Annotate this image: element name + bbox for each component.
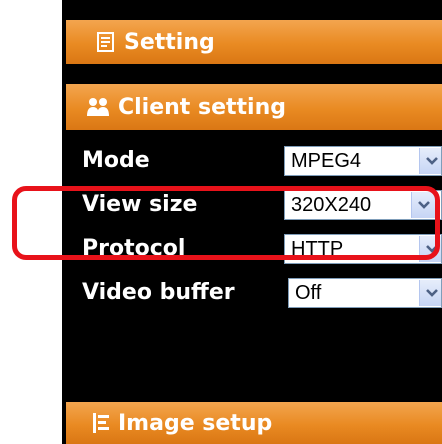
mode-select-value: MPEG4 bbox=[291, 150, 362, 172]
protocol-select[interactable]: HTTP bbox=[284, 234, 442, 264]
setting-header[interactable]: Setting bbox=[66, 20, 442, 64]
chevron-down-icon[interactable] bbox=[419, 148, 441, 174]
client-setting-header-label: Client setting bbox=[118, 94, 286, 120]
notepad-icon bbox=[96, 31, 116, 53]
settings-panel: Setting Client setting Mode MPEG4 View s… bbox=[62, 0, 442, 444]
video-buffer-select[interactable]: Off bbox=[288, 278, 442, 308]
page: Setting Client setting Mode MPEG4 View s… bbox=[0, 0, 442, 444]
protocol-select-value: HTTP bbox=[291, 238, 344, 260]
client-setting-header[interactable]: Client setting bbox=[66, 84, 442, 130]
video-buffer-label: Video buffer bbox=[82, 280, 235, 305]
video-buffer-row: Video buffer Off bbox=[62, 274, 442, 312]
image-setup-header[interactable]: Image setup bbox=[66, 402, 442, 444]
view-size-row: View size 320X240 bbox=[62, 186, 442, 224]
chevron-down-icon[interactable] bbox=[411, 192, 436, 218]
view-size-label: View size bbox=[82, 192, 198, 217]
mode-label: Mode bbox=[82, 148, 150, 173]
view-size-select[interactable]: 320X240 bbox=[284, 190, 442, 220]
view-size-select-value: 320X240 bbox=[291, 194, 372, 216]
video-buffer-select-value: Off bbox=[295, 282, 322, 304]
setting-header-label: Setting bbox=[124, 29, 215, 55]
image-setup-icon bbox=[92, 412, 110, 434]
image-setup-header-label: Image setup bbox=[118, 410, 273, 436]
users-icon bbox=[86, 96, 110, 118]
mode-row: Mode MPEG4 bbox=[62, 142, 442, 180]
mode-select[interactable]: MPEG4 bbox=[284, 146, 442, 176]
chevron-down-icon[interactable] bbox=[419, 280, 441, 306]
chevron-down-icon[interactable] bbox=[419, 236, 441, 262]
protocol-label: Protocol bbox=[82, 236, 186, 261]
protocol-row: Protocol HTTP bbox=[62, 230, 442, 268]
